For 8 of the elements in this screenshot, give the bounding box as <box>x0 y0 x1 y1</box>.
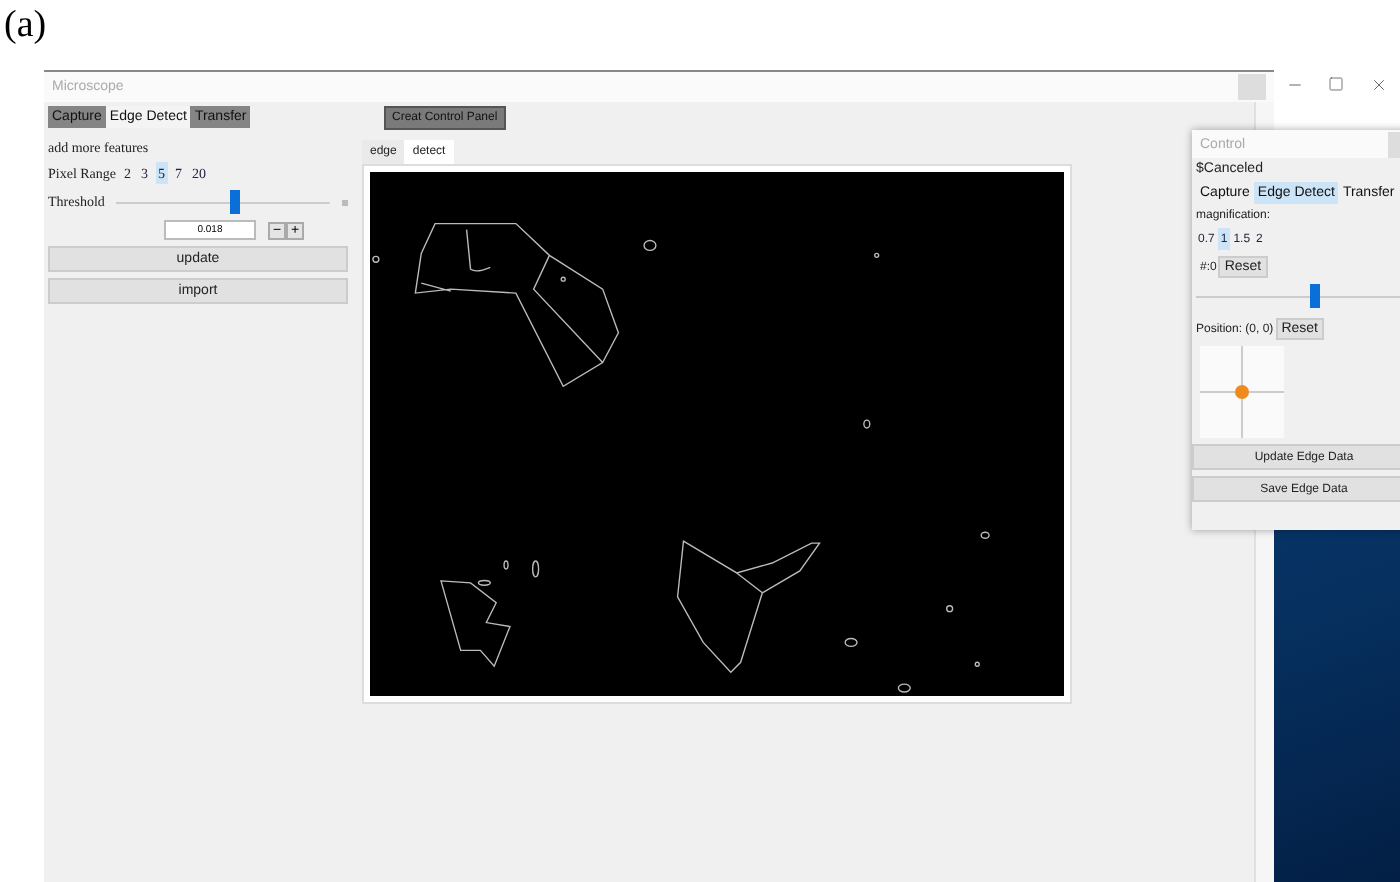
figure-caption: (a) <box>2 2 47 46</box>
close-icon[interactable] <box>1369 76 1388 94</box>
slider-thumb[interactable] <box>1310 284 1321 308</box>
maximize-icon[interactable] <box>1328 76 1345 92</box>
slider-end <box>342 199 348 205</box>
joystick-handle[interactable] <box>1235 385 1249 399</box>
slider-thumb[interactable] <box>230 190 241 214</box>
joystick-pad[interactable] <box>1200 346 1284 438</box>
